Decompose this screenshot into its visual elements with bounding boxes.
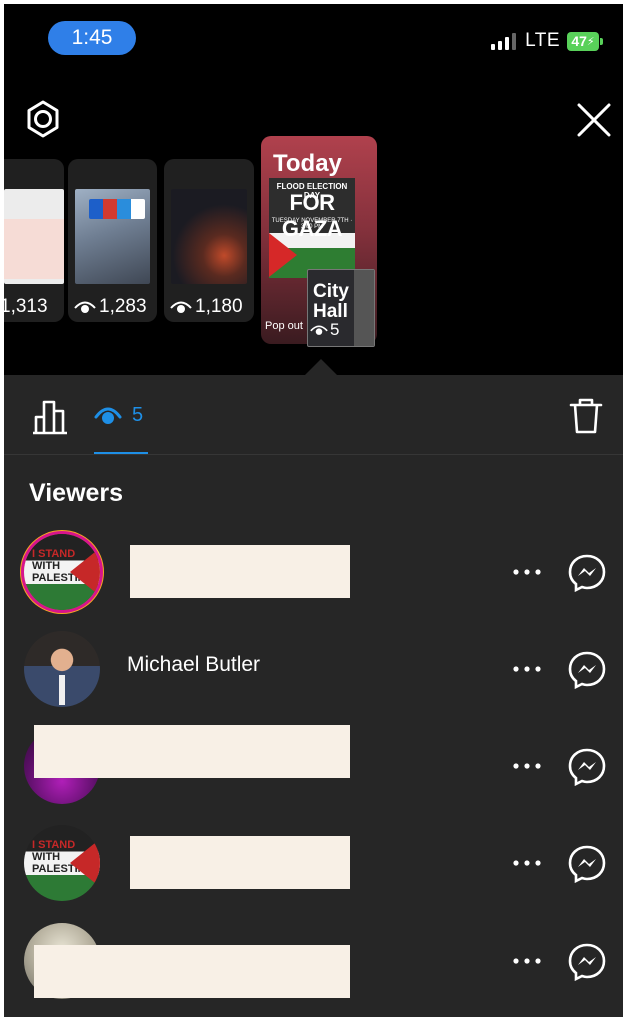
avatar[interactable] (24, 631, 100, 707)
messenger-icon[interactable] (567, 843, 607, 884)
story-poster: FLOOD ELECTION DAY FOR GAZA TUESDAY NOVE… (269, 178, 355, 278)
avatar[interactable]: I STAND WITH PALESTINE (24, 534, 100, 610)
tab-viewers[interactable]: 5 (94, 397, 143, 433)
story-image (4, 189, 64, 284)
story-date-label: Today (273, 150, 342, 177)
more-dots-icon[interactable] (510, 657, 544, 681)
messenger-icon[interactable] (567, 941, 607, 982)
viewer-row[interactable]: I STAND WITH PALESTINE (4, 825, 623, 909)
bar-chart-icon[interactable] (30, 397, 70, 435)
redaction (34, 945, 350, 998)
messenger-icon[interactable] (567, 649, 607, 690)
active-tab-indicator (94, 452, 148, 454)
selection-caret (305, 359, 337, 375)
trash-icon[interactable] (568, 397, 604, 435)
story-view-count: 1,180 (170, 296, 243, 318)
viewer-name[interactable]: Michael Butler (127, 653, 260, 677)
redaction (34, 725, 350, 778)
current-story-views: 5 (310, 320, 339, 340)
story-view-count: 1,313 (4, 296, 48, 317)
story-image (171, 189, 247, 284)
panel-tab-bar: 5 (4, 375, 623, 455)
messenger-icon[interactable] (567, 552, 607, 593)
more-dots-icon[interactable] (510, 949, 544, 973)
eye-icon (94, 407, 122, 424)
more-dots-icon[interactable] (510, 754, 544, 778)
story-view-count: 1,283 (74, 296, 147, 318)
pop-out-preview[interactable]: City Hall 5 (307, 269, 375, 347)
city-hall-text: City Hall (313, 281, 349, 322)
viewers-heading: Viewers (29, 479, 124, 507)
more-dots-icon[interactable] (510, 851, 544, 875)
story-thumbnail[interactable]: 1,313 (4, 159, 64, 322)
avatar[interactable]: I STAND WITH PALESTINE (24, 825, 100, 901)
story-thumbnail[interactable]: 1,283 (68, 159, 157, 322)
eye-icon (170, 301, 192, 313)
gear-icon[interactable] (24, 100, 62, 138)
story-thumbnail[interactable]: 1,180 (164, 159, 254, 322)
pop-out-label[interactable]: Pop out (265, 320, 303, 332)
story-image (75, 189, 150, 284)
viewer-row[interactable]: I STAND WITH PALESTINE (4, 534, 623, 618)
viewers-panel: 5 Viewers I STAND WITH PALESTINE Michael… (4, 375, 623, 1017)
more-dots-icon[interactable] (510, 560, 544, 584)
redaction (130, 545, 350, 598)
status-time: 1:45 (48, 21, 136, 55)
cellular-signal-icon (491, 32, 517, 50)
viewer-row[interactable] (4, 923, 623, 1007)
battery-icon: 47 ⚡ (567, 31, 603, 51)
eye-icon (310, 325, 328, 335)
eye-icon (74, 301, 96, 313)
status-indicators: LTE 47 ⚡ (491, 30, 603, 52)
redaction (130, 836, 350, 889)
viewer-row[interactable] (4, 725, 623, 812)
battery-level: 47 (571, 33, 587, 49)
phone-screen: 1:45 LTE 47 ⚡ 1,313 1,283 1,180 Today FL… (4, 4, 623, 1017)
network-type: LTE (525, 30, 560, 51)
close-icon[interactable] (575, 101, 613, 139)
viewers-count: 5 (132, 403, 144, 426)
messenger-icon[interactable] (567, 746, 607, 787)
viewer-row[interactable]: Michael Butler (4, 631, 623, 715)
